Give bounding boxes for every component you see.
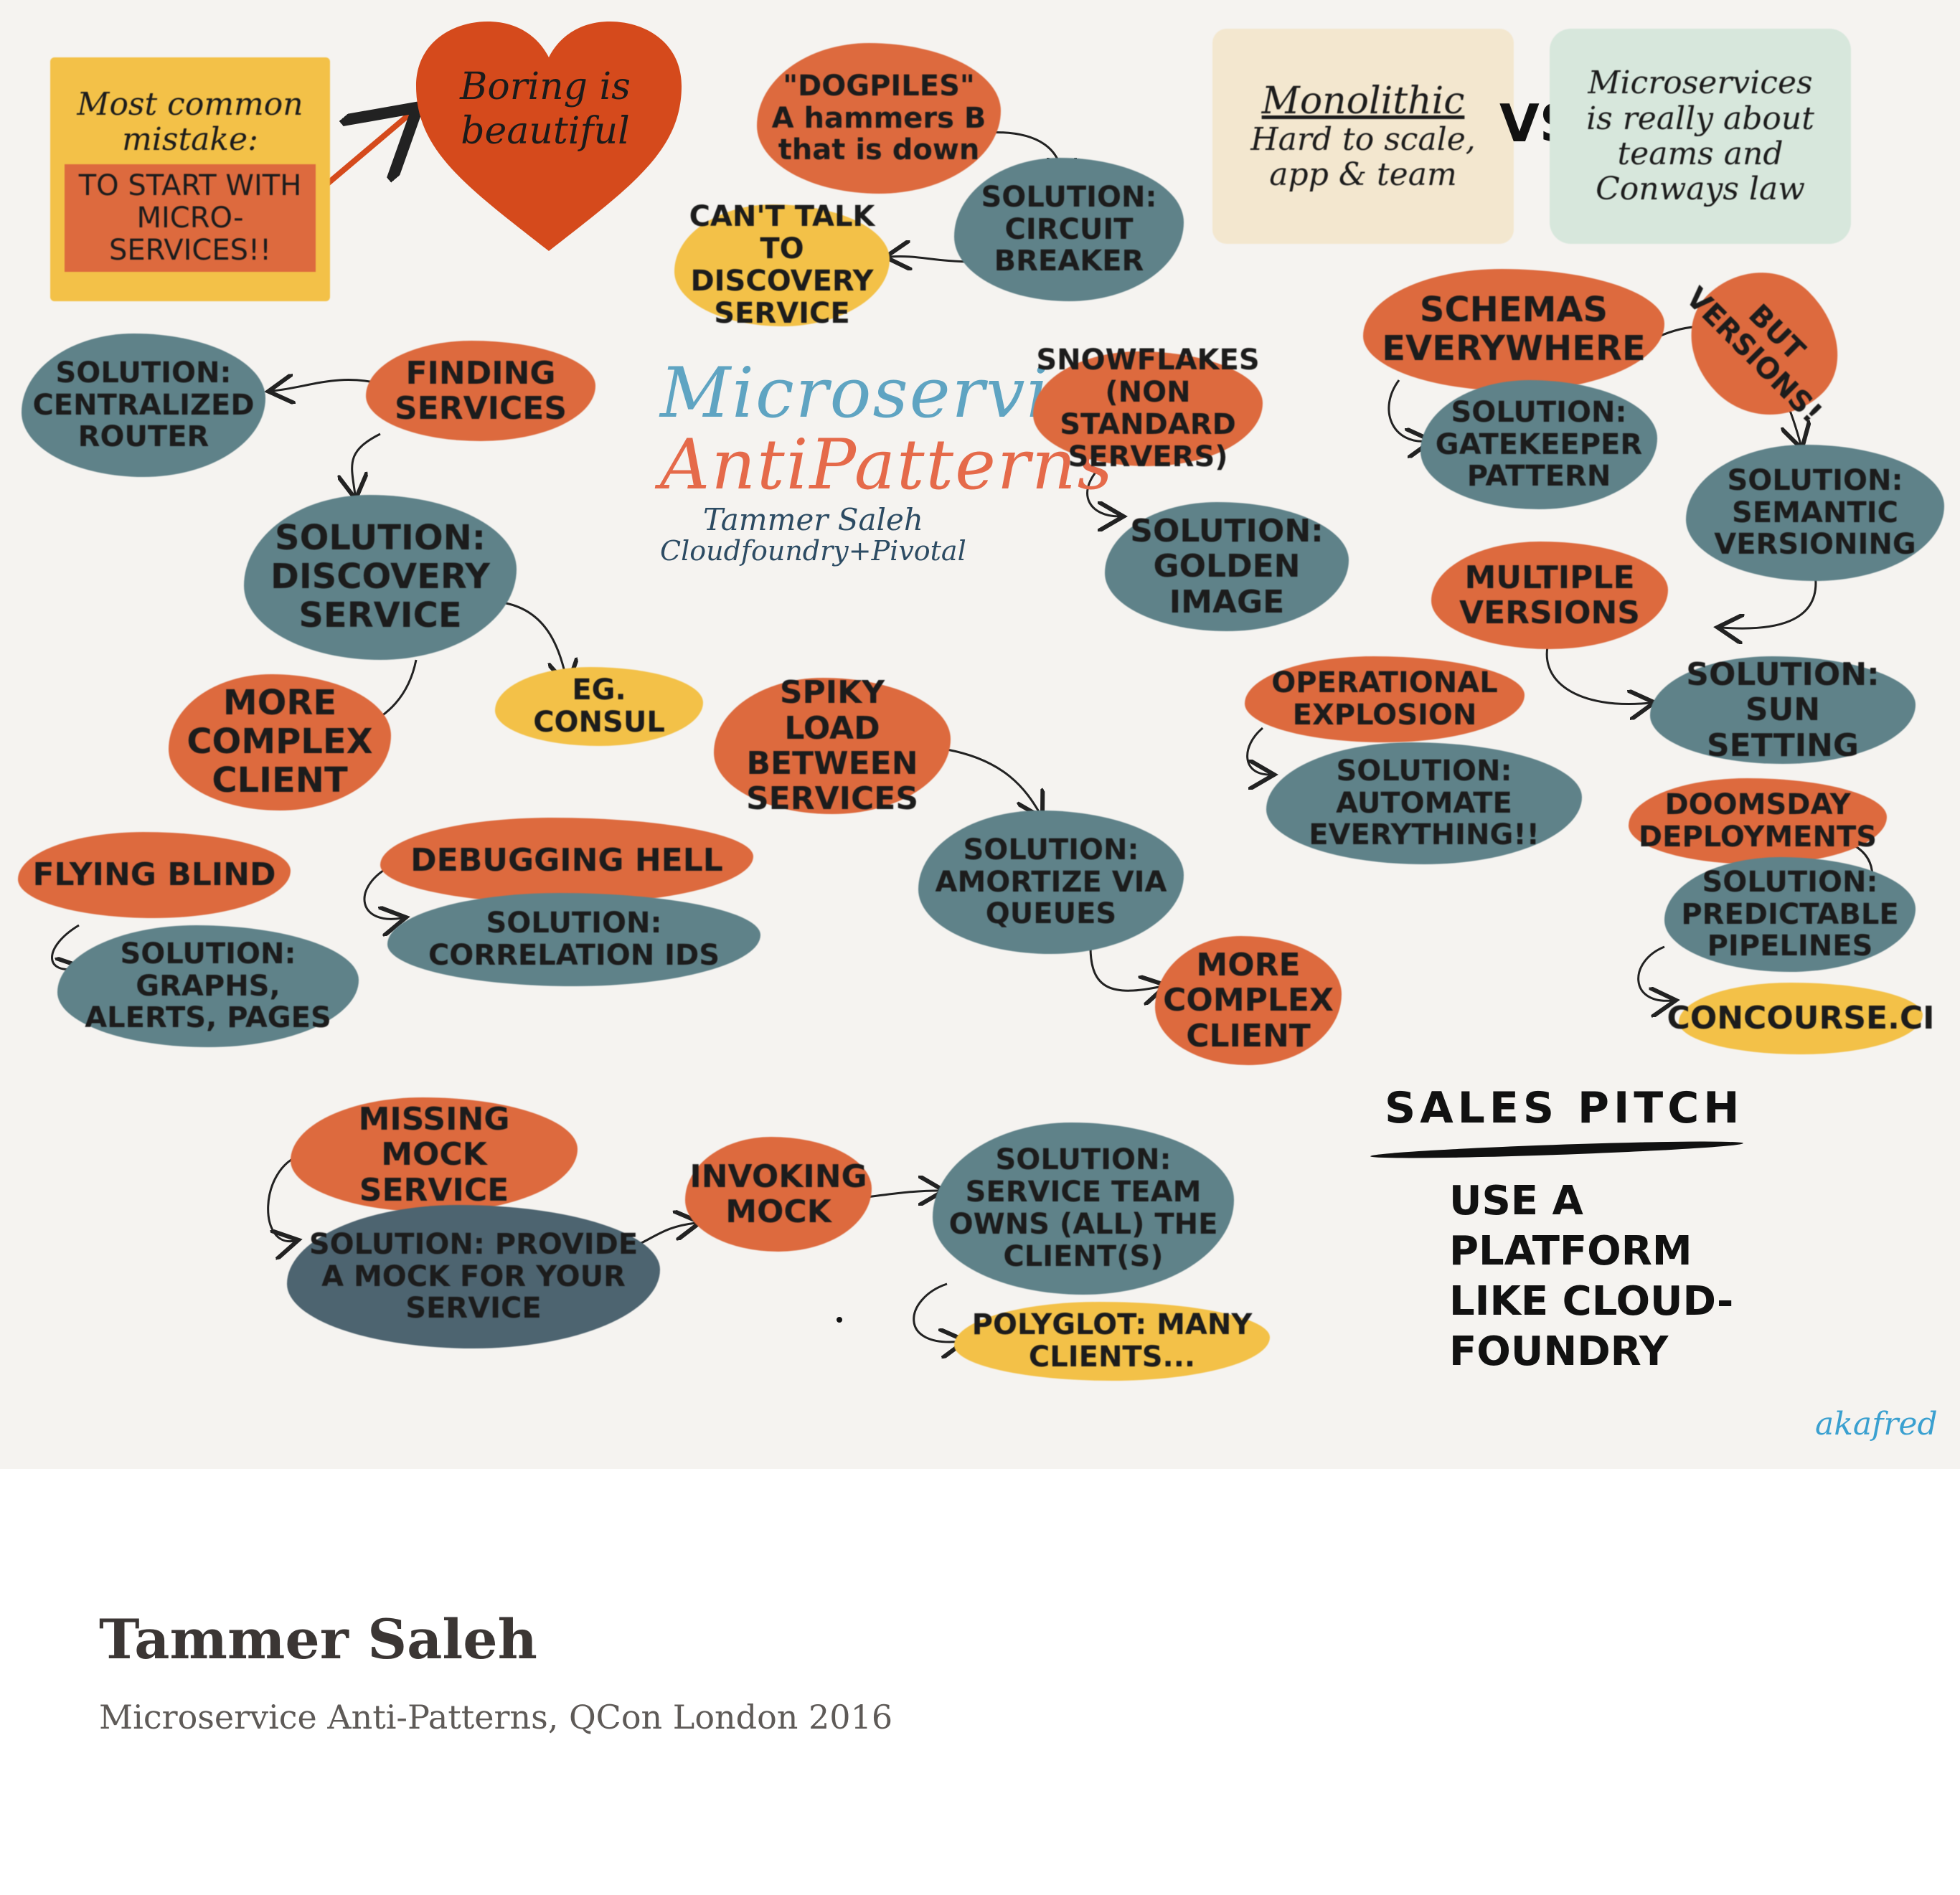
heart-boring-is-beautiful: Boring is beautiful — [409, 14, 689, 258]
golden-image-text: SOLUTION: GOLDEN IMAGE — [1130, 513, 1324, 620]
spiky-load-text: SPIKY LOAD BETWEEN SERVICES — [745, 674, 919, 818]
note-consul: EG. CONSUL — [495, 667, 703, 746]
note-sun-setting: SOLUTION: SUN SETTING — [1650, 656, 1916, 764]
note-microservices: Microservices is really about teams and … — [1550, 29, 1851, 244]
arrow-provide-to-invoking — [638, 1223, 696, 1246]
note-snowflakes: SNOWFLAKES (NON STANDARD SERVERS) — [1033, 344, 1263, 473]
multiple-versions-text: MULTIPLE VERSIONS — [1459, 559, 1640, 631]
sketch-title: Microservice AntiPatterns Tammer Saleh C… — [660, 353, 1132, 567]
caption-subtitle: Microservice Anti-Patterns, QCon London … — [99, 1698, 893, 1737]
finding-services-text: FINDING SERVICES — [394, 354, 567, 427]
note-more-complex-client-2: MORE COMPLEX CLIENT — [1155, 936, 1342, 1065]
centralized-router-text: SOLUTION: CENTRALIZED ROUTER — [32, 356, 255, 454]
note-operational-explosion: OPERATIONAL EXPLOSION — [1245, 656, 1525, 742]
sales-pitch: SALES PITCH USE A PLATFORM LIKE CLOUD-FO… — [1370, 1083, 1786, 1377]
arrow-pipelines-to-concourse — [1637, 945, 1672, 1001]
note-gatekeeper: SOLUTION: GATEKEEPER PATTERN — [1420, 380, 1657, 509]
sales-pitch-text: USE A PLATFORM LIKE CLOUD-FOUNDRY — [1449, 1178, 1734, 1375]
arrow-finding-to-discovery — [352, 433, 381, 495]
note-monolithic: Monolithic Hard to scale, app & team — [1212, 29, 1514, 244]
dogpiles-text: "DOGPILES" A hammers B that is down — [771, 69, 986, 167]
note-cant-talk: CAN'T TALK TO DISCOVERY SERVICE — [674, 200, 890, 330]
note-doomsday: DOOMSDAY DEPLOYMENTS — [1629, 778, 1887, 864]
provide-mock-text: SOLUTION: PROVIDE A MOCK FOR YOUR SERVIC… — [308, 1227, 639, 1325]
arrow-team-to-polyglot — [913, 1282, 961, 1342]
consul-text: EG. CONSUL — [533, 674, 665, 739]
snowflakes-text: SNOWFLAKES (NON STANDARD SERVERS) — [1036, 344, 1260, 473]
mistake-highlight: TO START WITH MICRO-SERVICES!! — [65, 164, 316, 273]
note-more-complex-client-1: MORE COMPLEX CLIENT — [169, 674, 391, 811]
sketchnote-illustration: Most common mistake: TO START WITH MICRO… — [0, 0, 1960, 1469]
title-line1: Microservice — [660, 353, 1132, 433]
arrow-spiky-to-amortize — [946, 748, 1040, 814]
more-complex-client-2-text: MORE COMPLEX CLIENT — [1163, 947, 1334, 1054]
monolithic-text: Hard to scale, app & team — [1250, 120, 1476, 194]
arrow-invoking-to-team — [860, 1191, 940, 1198]
note-semantic-versioning: SOLUTION: SEMANTIC VERSIONING — [1686, 445, 1944, 581]
sales-pitch-heading: SALES PITCH — [1385, 1083, 1744, 1133]
note-service-team: SOLUTION: SERVICE TEAM OWNS (ALL) THE CL… — [933, 1123, 1234, 1295]
title-line2: AntiPatterns — [660, 425, 1114, 505]
sales-pitch-underline — [1370, 1138, 1744, 1162]
missing-mock-text: MISSING MOCK SERVICE — [358, 1101, 510, 1209]
semantic-versioning-text: SOLUTION: SEMANTIC VERSIONING — [1714, 463, 1916, 562]
boring-text: Boring is beautiful — [460, 65, 631, 153]
note-spiky-load: SPIKY LOAD BETWEEN SERVICES — [714, 674, 951, 818]
caption-name: Tammer Saleh — [99, 1607, 537, 1671]
operational-explosion-text: OPERATIONAL EXPLOSION — [1271, 666, 1498, 732]
note-pipelines: SOLUTION: PREDICTABLE PIPELINES — [1664, 857, 1916, 972]
note-missing-mock: MISSING MOCK SERVICE — [291, 1097, 578, 1212]
arrow-schemas-to-gatekeeper — [1387, 379, 1428, 441]
more-complex-client-1-text: MORE COMPLEX CLIENT — [187, 683, 373, 800]
schemas-text: SCHEMAS EVERYWHERE — [1382, 290, 1646, 369]
amortize-text: SOLUTION: AMORTIZE VIA QUEUES — [935, 833, 1167, 931]
mistake-label: Most common mistake: — [77, 85, 303, 158]
note-most-common-mistake: Most common mistake: TO START WITH MICRO… — [50, 57, 330, 301]
artist-signature: akafred — [1815, 1406, 1938, 1442]
arrow-finding-to-router — [273, 380, 381, 391]
arrow-amortize-to-client — [1089, 946, 1162, 991]
title-speaker: Tammer Saleh — [703, 501, 923, 537]
concourse-text: CONCOURSE.CI — [1667, 1000, 1935, 1037]
circuit-breaker-text: SOLUTION: CIRCUIT BREAKER — [981, 180, 1157, 278]
sun-setting-text: SOLUTION: SUN SETTING — [1686, 656, 1880, 764]
note-discovery-service: SOLUTION: DISCOVERY SERVICE — [244, 495, 517, 660]
doomsday-text: DOOMSDAY DEPLOYMENTS — [1638, 788, 1877, 854]
graphs-alerts-text: SOLUTION: GRAPHS, ALERTS, PAGES — [85, 937, 331, 1035]
note-finding-services: FINDING SERVICES — [366, 341, 595, 441]
note-automate: SOLUTION: AUTOMATE EVERYTHING!! — [1266, 742, 1582, 864]
gatekeeper-text: SOLUTION: GATEKEEPER PATTERN — [1435, 395, 1643, 493]
flying-blind-text: FLYING BLIND — [32, 856, 276, 894]
arrow-explosion-to-automate — [1246, 727, 1270, 775]
service-team-text: SOLUTION: SERVICE TEAM OWNS (ALL) THE CL… — [948, 1143, 1218, 1273]
microservices-text: is really about teams and Conways law — [1586, 100, 1814, 208]
note-graphs-alerts: SOLUTION: GRAPHS, ALERTS, PAGES — [57, 925, 359, 1047]
monolithic-title: Monolithic — [1261, 79, 1465, 123]
automate-text: SOLUTION: AUTOMATE EVERYTHING!! — [1309, 754, 1540, 852]
correlation-ids-text: SOLUTION: CORRELATION IDS — [428, 907, 720, 972]
cant-talk-text: CAN'T TALK TO DISCOVERY SERVICE — [689, 200, 875, 330]
polyglot-text: POLYGLOT: MANY CLIENTS... — [971, 1308, 1253, 1374]
title-company: Cloudfoundry+Pivotal — [660, 534, 966, 567]
debugging-hell-text: DEBUGGING HELL — [410, 842, 723, 879]
invoking-mock-text: INVOKING MOCK — [689, 1158, 867, 1230]
pipelines-text: SOLUTION: PREDICTABLE PIPELINES — [1681, 865, 1899, 963]
note-polyglot: POLYGLOT: MANY CLIENTS... — [954, 1302, 1270, 1381]
discovery-service-text: SOLUTION: DISCOVERY SERVICE — [270, 518, 491, 635]
caption: Tammer Saleh Microservice Anti-Patterns,… — [99, 1607, 1821, 1736]
arrow-semver-to-multiple — [1722, 573, 1817, 628]
microservices-title: Microservices — [1588, 65, 1813, 102]
note-golden-image: SOLUTION: GOLDEN IMAGE — [1105, 502, 1349, 631]
